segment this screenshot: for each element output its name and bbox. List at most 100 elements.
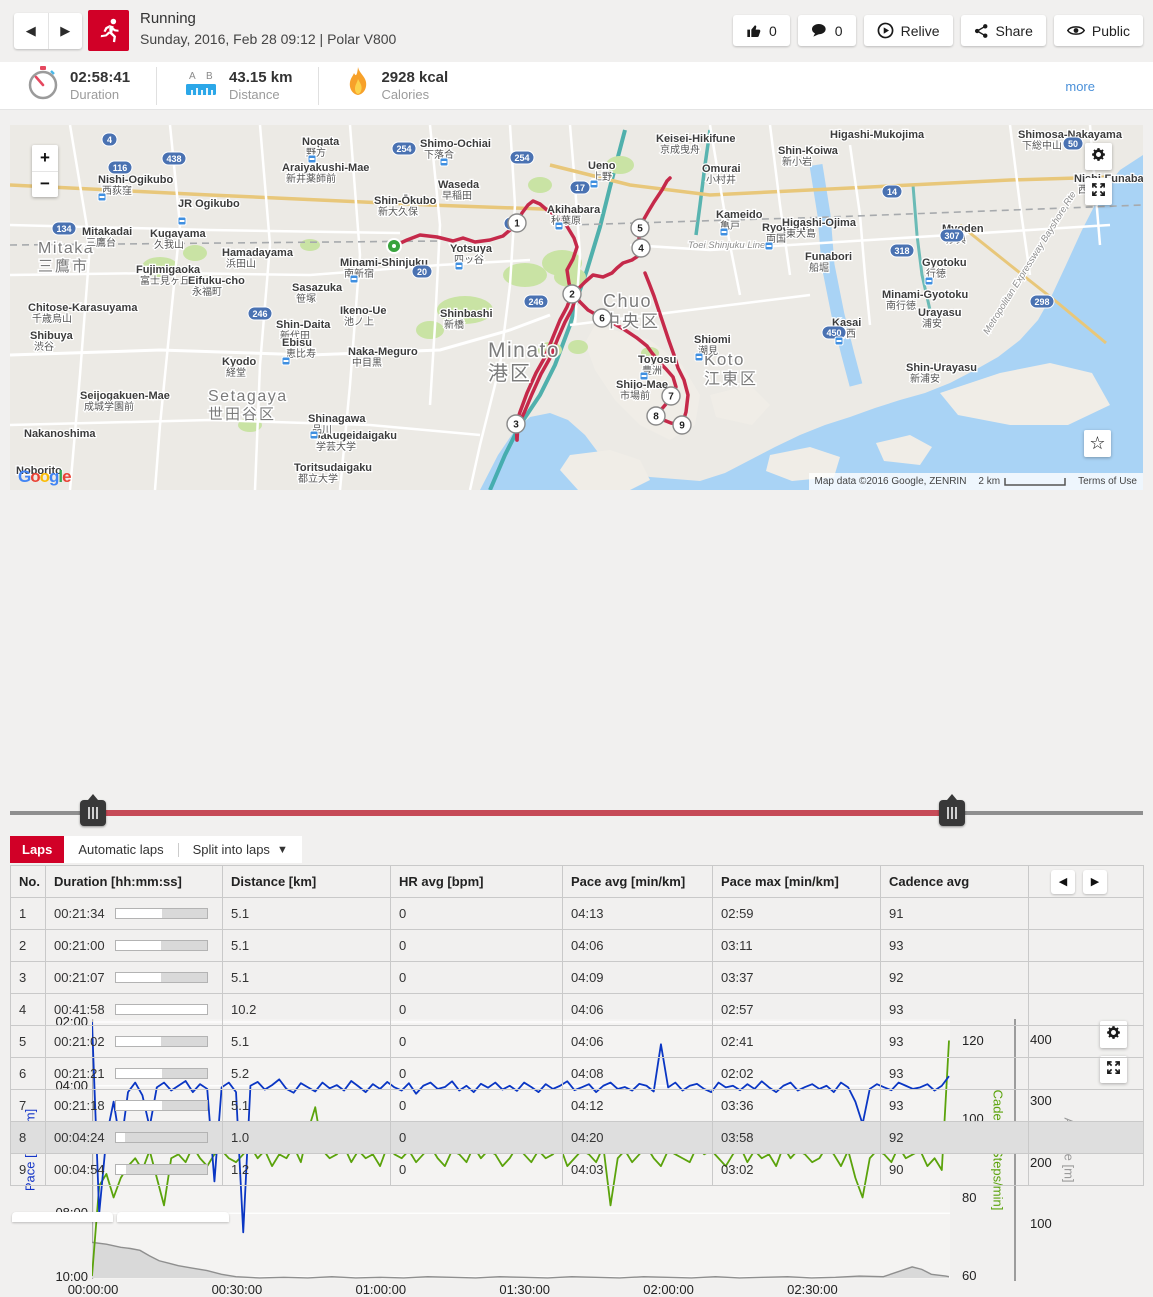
map-label: Shin-Ōkubo新大久保	[374, 195, 437, 218]
comment-button[interactable]: 0	[798, 15, 856, 46]
map-zoom-in-button[interactable]: +	[32, 145, 58, 172]
svg-text:JR Ogikubo: JR Ogikubo	[178, 198, 240, 210]
lap-row[interactable]: 800:04:241.0004:2003:5892	[11, 1122, 1144, 1154]
svg-text:Minato: Minato	[488, 339, 560, 362]
session-nav: ◀ ▶	[14, 13, 82, 49]
lap-cell: 3	[11, 962, 46, 994]
svg-text:Naka-Meguro: Naka-Meguro	[348, 346, 418, 358]
tab-automatic-laps[interactable]: Automatic laps	[78, 842, 163, 857]
laps-prev-page-button[interactable]: ◀	[1051, 870, 1075, 894]
lap-cell: 03:11	[713, 930, 881, 962]
svg-text:6: 6	[599, 314, 605, 325]
lap-cell: 5.1	[223, 898, 391, 930]
route-lap-marker[interactable]: 6	[593, 309, 611, 327]
public-button[interactable]: Public	[1054, 15, 1143, 46]
svg-text:8: 8	[653, 412, 659, 423]
lap-row[interactable]: 300:21:075.1004:0903:3792	[11, 962, 1144, 994]
svg-text:Shiomi: Shiomi	[694, 334, 731, 346]
route-lap-marker[interactable]: 1	[508, 214, 526, 232]
svg-text:Sasazuka: Sasazuka	[292, 282, 343, 294]
next-session-button[interactable]: ▶	[49, 13, 83, 49]
route-lap-marker[interactable]: 9	[673, 416, 691, 434]
lap-row[interactable]: 900:04:541.2004:0303:0290	[11, 1154, 1144, 1186]
map-label: Toritsudaigaku都立大学	[294, 462, 372, 485]
svg-text:Funabori: Funabori	[805, 251, 852, 263]
share-button[interactable]: Share	[961, 15, 1046, 46]
like-button[interactable]: 0	[733, 15, 790, 46]
svg-text:新浦安: 新浦安	[910, 372, 940, 385]
range-handle-left[interactable]	[80, 800, 106, 826]
prev-session-button[interactable]: ◀	[14, 13, 49, 49]
route-shield: 4	[102, 133, 117, 146]
svg-text:Gyotoku: Gyotoku	[922, 257, 967, 269]
map-fullscreen-button[interactable]	[1085, 178, 1112, 205]
time-range-selected[interactable]	[93, 810, 952, 816]
tab-laps[interactable]: Laps	[10, 836, 64, 863]
more-link[interactable]: more	[1065, 79, 1095, 94]
bottom-partial-button-2[interactable]	[117, 1212, 229, 1222]
route-map[interactable]: Mitaka三鷹市Setagaya世田谷区Shibuya渋谷Minato港区Ch…	[10, 125, 1143, 490]
relive-button[interactable]: Relive	[864, 15, 953, 46]
svg-text:Nishi-Ogikubo: Nishi-Ogikubo	[98, 174, 173, 186]
svg-text:4: 4	[107, 135, 112, 145]
lap-duration-cell: 00:21:00	[46, 930, 223, 962]
lap-row[interactable]: 700:21:185.1004:1203:3693	[11, 1090, 1144, 1122]
svg-text:Nakanoshima: Nakanoshima	[24, 428, 96, 440]
route-lap-marker[interactable]: 7	[662, 387, 680, 405]
station-icon	[308, 155, 316, 163]
laps-next-page-button[interactable]: ▶	[1083, 870, 1107, 894]
route-start-marker[interactable]	[387, 239, 401, 253]
route-lap-marker[interactable]: 2	[563, 285, 581, 303]
svg-text:2: 2	[569, 290, 575, 301]
map-zoom-out-button[interactable]: −	[32, 172, 58, 198]
cadence-tick-label: 80	[962, 1190, 976, 1205]
lap-duration-cell: 00:04:54	[46, 1154, 223, 1186]
svg-text:浦安: 浦安	[922, 317, 942, 330]
svg-text:Chitose-Karasuyama: Chitose-Karasuyama	[28, 302, 138, 314]
map-label: Shinbashi新橋	[440, 308, 493, 331]
svg-text:Shibuya: Shibuya	[30, 330, 74, 342]
lap-cell: 02:41	[713, 1026, 881, 1058]
tab-split-into-laps[interactable]: Split into laps ▼	[193, 842, 288, 857]
map-label: Shin-Koiwa新小岩	[778, 145, 839, 168]
lap-cell: 02:02	[713, 1058, 881, 1090]
route-lap-marker[interactable]: 5	[631, 219, 649, 237]
lap-cell: 02:59	[713, 898, 881, 930]
share-label: Share	[996, 23, 1033, 39]
lap-duration-cell: 00:21:34	[46, 898, 223, 930]
lap-cell: 0	[391, 994, 563, 1026]
svg-text:千歳烏山: 千歳烏山	[32, 312, 72, 325]
public-label: Public	[1092, 23, 1130, 39]
map-label: Araiyakushi-Mae新井薬師前	[282, 162, 369, 185]
lap-row[interactable]: 600:21:215.2004:0802:0293	[11, 1058, 1144, 1090]
time-tick-label: 02:30:00	[787, 1282, 838, 1297]
map-favorite-button[interactable]: ☆	[1084, 430, 1111, 457]
route-lap-marker[interactable]: 3	[507, 415, 525, 433]
svg-text:三鷹台: 三鷹台	[86, 236, 116, 249]
running-sport-icon	[88, 10, 129, 51]
time-tick-label: 01:00:00	[355, 1282, 406, 1297]
lap-cell: 0	[391, 930, 563, 962]
svg-text:17: 17	[575, 183, 585, 193]
route-shield: 318	[890, 244, 914, 257]
route-lap-marker[interactable]: 4	[632, 239, 650, 257]
svg-text:市場前: 市場前	[620, 389, 650, 402]
lap-cell: 04:06	[563, 930, 713, 962]
lap-row[interactable]: 500:21:025.1004:0602:4193	[11, 1026, 1144, 1058]
lap-cell: 0	[391, 1058, 563, 1090]
scale-bar-icon	[1004, 477, 1066, 486]
lap-row[interactable]: 100:21:345.1004:1302:5991	[11, 898, 1144, 930]
route-lap-marker[interactable]: 8	[647, 407, 665, 425]
map-terms-link[interactable]: Terms of Use	[1072, 473, 1143, 490]
map-settings-button[interactable]	[1085, 143, 1112, 170]
map-label: Naka-Meguro中目黒	[348, 346, 418, 369]
svg-text:Kugayama: Kugayama	[150, 228, 207, 240]
lap-row[interactable]: 200:21:005.1004:0603:1193	[11, 930, 1144, 962]
range-handle-right[interactable]	[939, 800, 965, 826]
bottom-partial-button-1[interactable]	[12, 1212, 113, 1222]
lap-duration-value: 00:21:00	[54, 938, 105, 953]
play-circle-icon	[877, 22, 894, 39]
route-shield: 254	[510, 151, 534, 164]
lap-row[interactable]: 400:41:5810.2004:0602:5793	[11, 994, 1144, 1026]
svg-text:Minami-Gyotoku: Minami-Gyotoku	[882, 289, 968, 301]
